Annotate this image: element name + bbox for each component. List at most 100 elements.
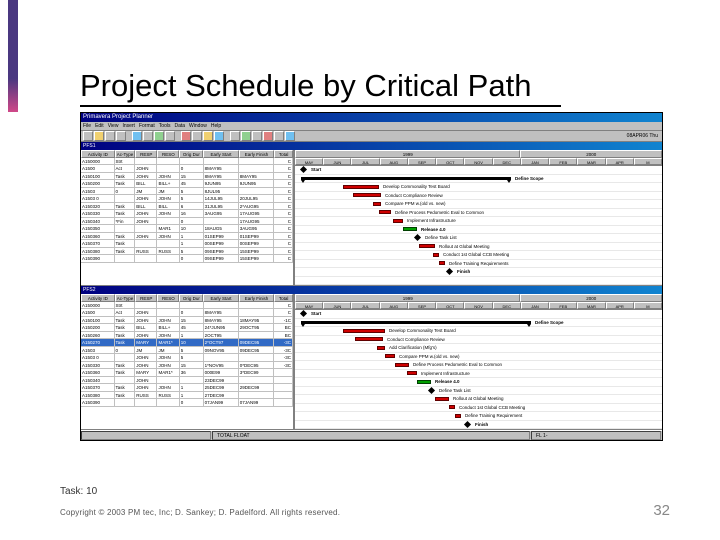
gantt-row[interactable]: Finish (295, 421, 662, 430)
bar-crit[interactable] (343, 329, 385, 333)
bar-crit[interactable] (455, 414, 461, 418)
table-row[interactable]: A150340JOHN23DEC99 (81, 377, 293, 385)
col-resp[interactable]: RESP (135, 150, 157, 158)
gantt-row[interactable]: Release 4.0 (295, 378, 662, 387)
gantt-row[interactable]: Implement Infrastructure (295, 370, 662, 379)
toolbar[interactable]: 08APR06 Thu (81, 131, 662, 142)
table-row[interactable]: A150350MAR11018AUG53AUG95C (81, 225, 293, 233)
col-reso[interactable]: RESO (157, 294, 179, 302)
table-row[interactable]: A150000StrtC (81, 158, 293, 166)
gantt-row[interactable]: Implement Infrastructure (295, 217, 662, 226)
bar-mile[interactable] (300, 166, 307, 173)
bar-crit[interactable] (379, 210, 391, 214)
gantt-row[interactable]: Develop Commonality Test Board (295, 183, 662, 192)
table-row[interactable]: A150200TaskBILLBILL+459JUN959JUN95C (81, 180, 293, 188)
bar-crit[interactable] (395, 363, 409, 367)
gantt-row[interactable]: Conduct 1st Global CCB Meeting (295, 251, 662, 260)
menu-format[interactable]: Format (139, 123, 155, 129)
table-row[interactable]: A150370TaskJOHNJOHN125DEC9929DEC99 (81, 384, 293, 392)
bar-mile[interactable] (300, 310, 307, 317)
table-row[interactable]: A1503 0JOHNJOHN514JUL9520JUL95C (81, 195, 293, 203)
bar-crit[interactable] (407, 371, 417, 375)
gantt-row[interactable]: Finish (295, 268, 662, 277)
menu-data[interactable]: Data (174, 123, 185, 129)
gantt-row[interactable]: Define Scope (295, 319, 662, 328)
toolbar-button[interactable] (132, 131, 142, 141)
toolbar-button[interactable] (241, 131, 251, 141)
bar-mile[interactable] (414, 234, 421, 241)
toolbar-button[interactable] (116, 131, 126, 141)
menu-edit[interactable]: Edit (95, 123, 104, 129)
bar-crit[interactable] (419, 244, 435, 248)
col-orig-dur[interactable]: Orig Dur (179, 294, 203, 302)
toolbar-button[interactable] (143, 131, 153, 141)
menu-help[interactable]: Help (211, 123, 221, 129)
gantt-row[interactable]: Compare PPM w.(old vs. new) (295, 353, 662, 362)
gantt-row[interactable]: Define Task List (295, 234, 662, 243)
col-activity-id[interactable]: Activity ID (81, 150, 115, 158)
gantt-pane1[interactable]: 19992000 MAYJUNJULAUGSEPOCTNOVDECJANFEBM… (295, 150, 662, 285)
table-row[interactable]: A15030JMJM58JUL95C (81, 188, 293, 196)
toolbar-button[interactable] (165, 131, 175, 141)
menu-file[interactable]: File (83, 123, 91, 129)
bar-mile[interactable] (446, 268, 453, 275)
table-row[interactable]: A1500ActJOHN08MAY95C (81, 309, 293, 317)
gantt-row[interactable]: Rollout at Global Meeting (295, 243, 662, 252)
col-type[interactable]: Ac-Type (115, 294, 135, 302)
menu-tools[interactable]: Tools (159, 123, 171, 129)
bar-crit[interactable] (435, 397, 449, 401)
table-row[interactable]: A150340*FinJOHN017AUG95C (81, 218, 293, 226)
toolbar-button[interactable] (94, 131, 104, 141)
col-total-float[interactable]: Total Float (274, 150, 293, 158)
grid-pane2[interactable]: Activity ID Ac-Type RESP RESO Orig Dur E… (81, 294, 295, 429)
gantt-row[interactable]: Release 4.0 (295, 226, 662, 235)
toolbar-button[interactable] (154, 131, 164, 141)
toolbar-button[interactable] (263, 131, 273, 141)
toolbar-button[interactable] (83, 131, 93, 141)
bar-crit[interactable] (353, 193, 381, 197)
gantt-row[interactable]: Conduct Compliance Review (295, 336, 662, 345)
toolbar-button[interactable] (252, 131, 262, 141)
table-row[interactable]: A150360TaskMARYMAR1*36000E993*DEC99 (81, 369, 293, 377)
bar-crit[interactable] (439, 261, 445, 265)
gantt-row[interactable]: Define Training Requirements (295, 260, 662, 269)
table-row[interactable]: A150390007JAN9907JAN99 (81, 399, 293, 407)
gantt-row[interactable]: Define Scope (295, 175, 662, 184)
col-activity-id[interactable]: Activity ID (81, 294, 115, 302)
toolbar-button[interactable] (274, 131, 284, 141)
table-row[interactable]: A150100TaskJOHNJOHN158MAY958MAY95C (81, 173, 293, 181)
gantt-row[interactable]: Compare PPM w.(old vs. new) (295, 200, 662, 209)
gantt-row[interactable]: Add Clarification (Mfg's) (295, 344, 662, 353)
table-row[interactable]: A150380TaskRUSSRUSS509SEP9915SEP99C (81, 248, 293, 256)
toolbar-button[interactable] (105, 131, 115, 141)
gantt-row[interactable]: Define Process Pedometric Eval to Common (295, 361, 662, 370)
gantt-row[interactable]: Conduct Compliance Review (295, 192, 662, 201)
gantt-row[interactable]: Develop Commonality Test Board (295, 327, 662, 336)
gantt-row[interactable]: Define Task List (295, 387, 662, 396)
toolbar-button[interactable] (203, 131, 213, 141)
table-row[interactable]: A150270TaskMARYMAR1*102*OCT9709DEC95-3C (81, 339, 293, 347)
table-row[interactable]: A150380TaskRUSSRUSS127DEC99 (81, 392, 293, 400)
col-total-float[interactable]: Total Float (274, 294, 293, 302)
grid-pane1[interactable]: Activity ID Ac-Type RESP RESO Orig Dur E… (81, 150, 295, 285)
bar-crit[interactable] (343, 185, 379, 189)
gantt-row[interactable]: Define Process Pedometric Eval to Common (295, 209, 662, 218)
col-type[interactable]: Ac-Type (115, 150, 135, 158)
toolbar-button[interactable] (230, 131, 240, 141)
col-early-start[interactable]: Early Start (203, 150, 239, 158)
toolbar-button[interactable] (192, 131, 202, 141)
bar-bar[interactable] (403, 227, 417, 231)
bar-bar[interactable] (417, 380, 431, 384)
gantt-row[interactable]: Conduct 1st Global CCB Meeting (295, 404, 662, 413)
menubar[interactable]: FileEditViewInsertFormatToolsDataWindowH… (81, 122, 662, 131)
col-orig-dur[interactable]: Orig Dur (179, 150, 203, 158)
bar-sum[interactable] (301, 321, 531, 324)
bar-crit[interactable] (355, 337, 383, 341)
menu-view[interactable]: View (108, 123, 119, 129)
toolbar-button[interactable] (181, 131, 191, 141)
col-reso[interactable]: RESO (157, 150, 179, 158)
table-row[interactable]: A15030JMJM509NOV9509DEC95-3C (81, 347, 293, 355)
toolbar-button[interactable] (214, 131, 224, 141)
col-early-start[interactable]: Early Start (203, 294, 239, 302)
bar-mile[interactable] (464, 420, 471, 427)
